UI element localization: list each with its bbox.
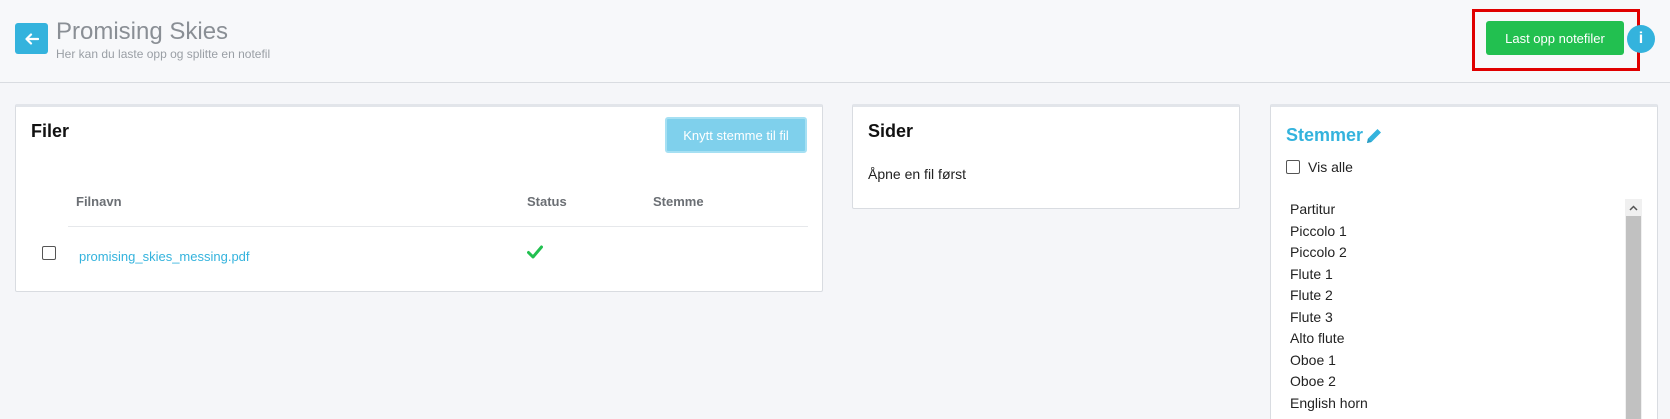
files-title: Filer <box>31 121 70 141</box>
list-item[interactable]: Piccolo 2 <box>1286 242 1368 264</box>
pages-title: Sider <box>868 121 914 141</box>
show-all-toggle[interactable]: Vis alle <box>1286 159 1353 175</box>
file-link[interactable]: promising_skies_messing.pdf <box>79 249 250 264</box>
pages-empty-text: Åpne en fil først <box>868 166 967 182</box>
info-icon: i <box>1638 30 1644 47</box>
scroll-up-button[interactable] <box>1625 199 1642 216</box>
column-header-filename[interactable]: Filnavn <box>76 194 122 209</box>
voices-title-button[interactable]: Stemmer <box>1286 125 1383 146</box>
row-checkbox[interactable] <box>42 246 56 260</box>
info-button[interactable]: i <box>1627 25 1655 53</box>
list-item[interactable]: Piccolo 1 <box>1286 221 1368 243</box>
files-panel: Filer Knytt stemme til fil Filnavn Statu… <box>15 104 823 292</box>
pencil-icon <box>1367 128 1382 143</box>
column-header-status[interactable]: Status <box>527 194 567 209</box>
page-subtitle: Her kan du laste opp og splitte en notef… <box>56 47 271 61</box>
list-item[interactable]: Flute 1 <box>1286 264 1368 286</box>
table-divider <box>68 226 808 227</box>
scrollbar-thumb[interactable] <box>1626 216 1641 419</box>
show-all-label: Vis alle <box>1308 159 1353 175</box>
voice-list-scrollbar[interactable] <box>1625 199 1642 419</box>
check-icon <box>527 245 543 259</box>
page-title: Promising Skies <box>56 18 229 45</box>
back-button[interactable] <box>15 23 48 54</box>
voices-panel: Stemmer Vis alle Partitur Piccolo 1 Picc… <box>1270 104 1658 419</box>
chevron-up-icon <box>1629 204 1638 211</box>
list-item[interactable]: Oboe 1 <box>1286 350 1368 372</box>
arrow-left-icon <box>24 32 39 45</box>
page-header: Promising Skies Her kan du laste opp og … <box>0 0 1670 83</box>
pages-panel: Sider Åpne en fil først <box>852 104 1240 209</box>
show-all-checkbox[interactable] <box>1286 160 1300 174</box>
upload-files-button[interactable]: Last opp notefiler <box>1486 21 1624 55</box>
link-voice-button[interactable]: Knytt stemme til fil <box>665 117 807 153</box>
list-item[interactable]: Partitur <box>1286 199 1368 221</box>
list-item[interactable]: Flute 2 <box>1286 285 1368 307</box>
voices-title: Stemmer <box>1286 125 1364 145</box>
list-item[interactable]: Alto flute <box>1286 328 1368 350</box>
list-item[interactable]: Oboe 2 <box>1286 371 1368 393</box>
list-item[interactable]: English horn <box>1286 393 1368 415</box>
list-item[interactable]: Flute 3 <box>1286 307 1368 329</box>
column-header-voice[interactable]: Stemme <box>653 194 704 209</box>
voice-list: Partitur Piccolo 1 Piccolo 2 Flute 1 Flu… <box>1286 199 1368 414</box>
